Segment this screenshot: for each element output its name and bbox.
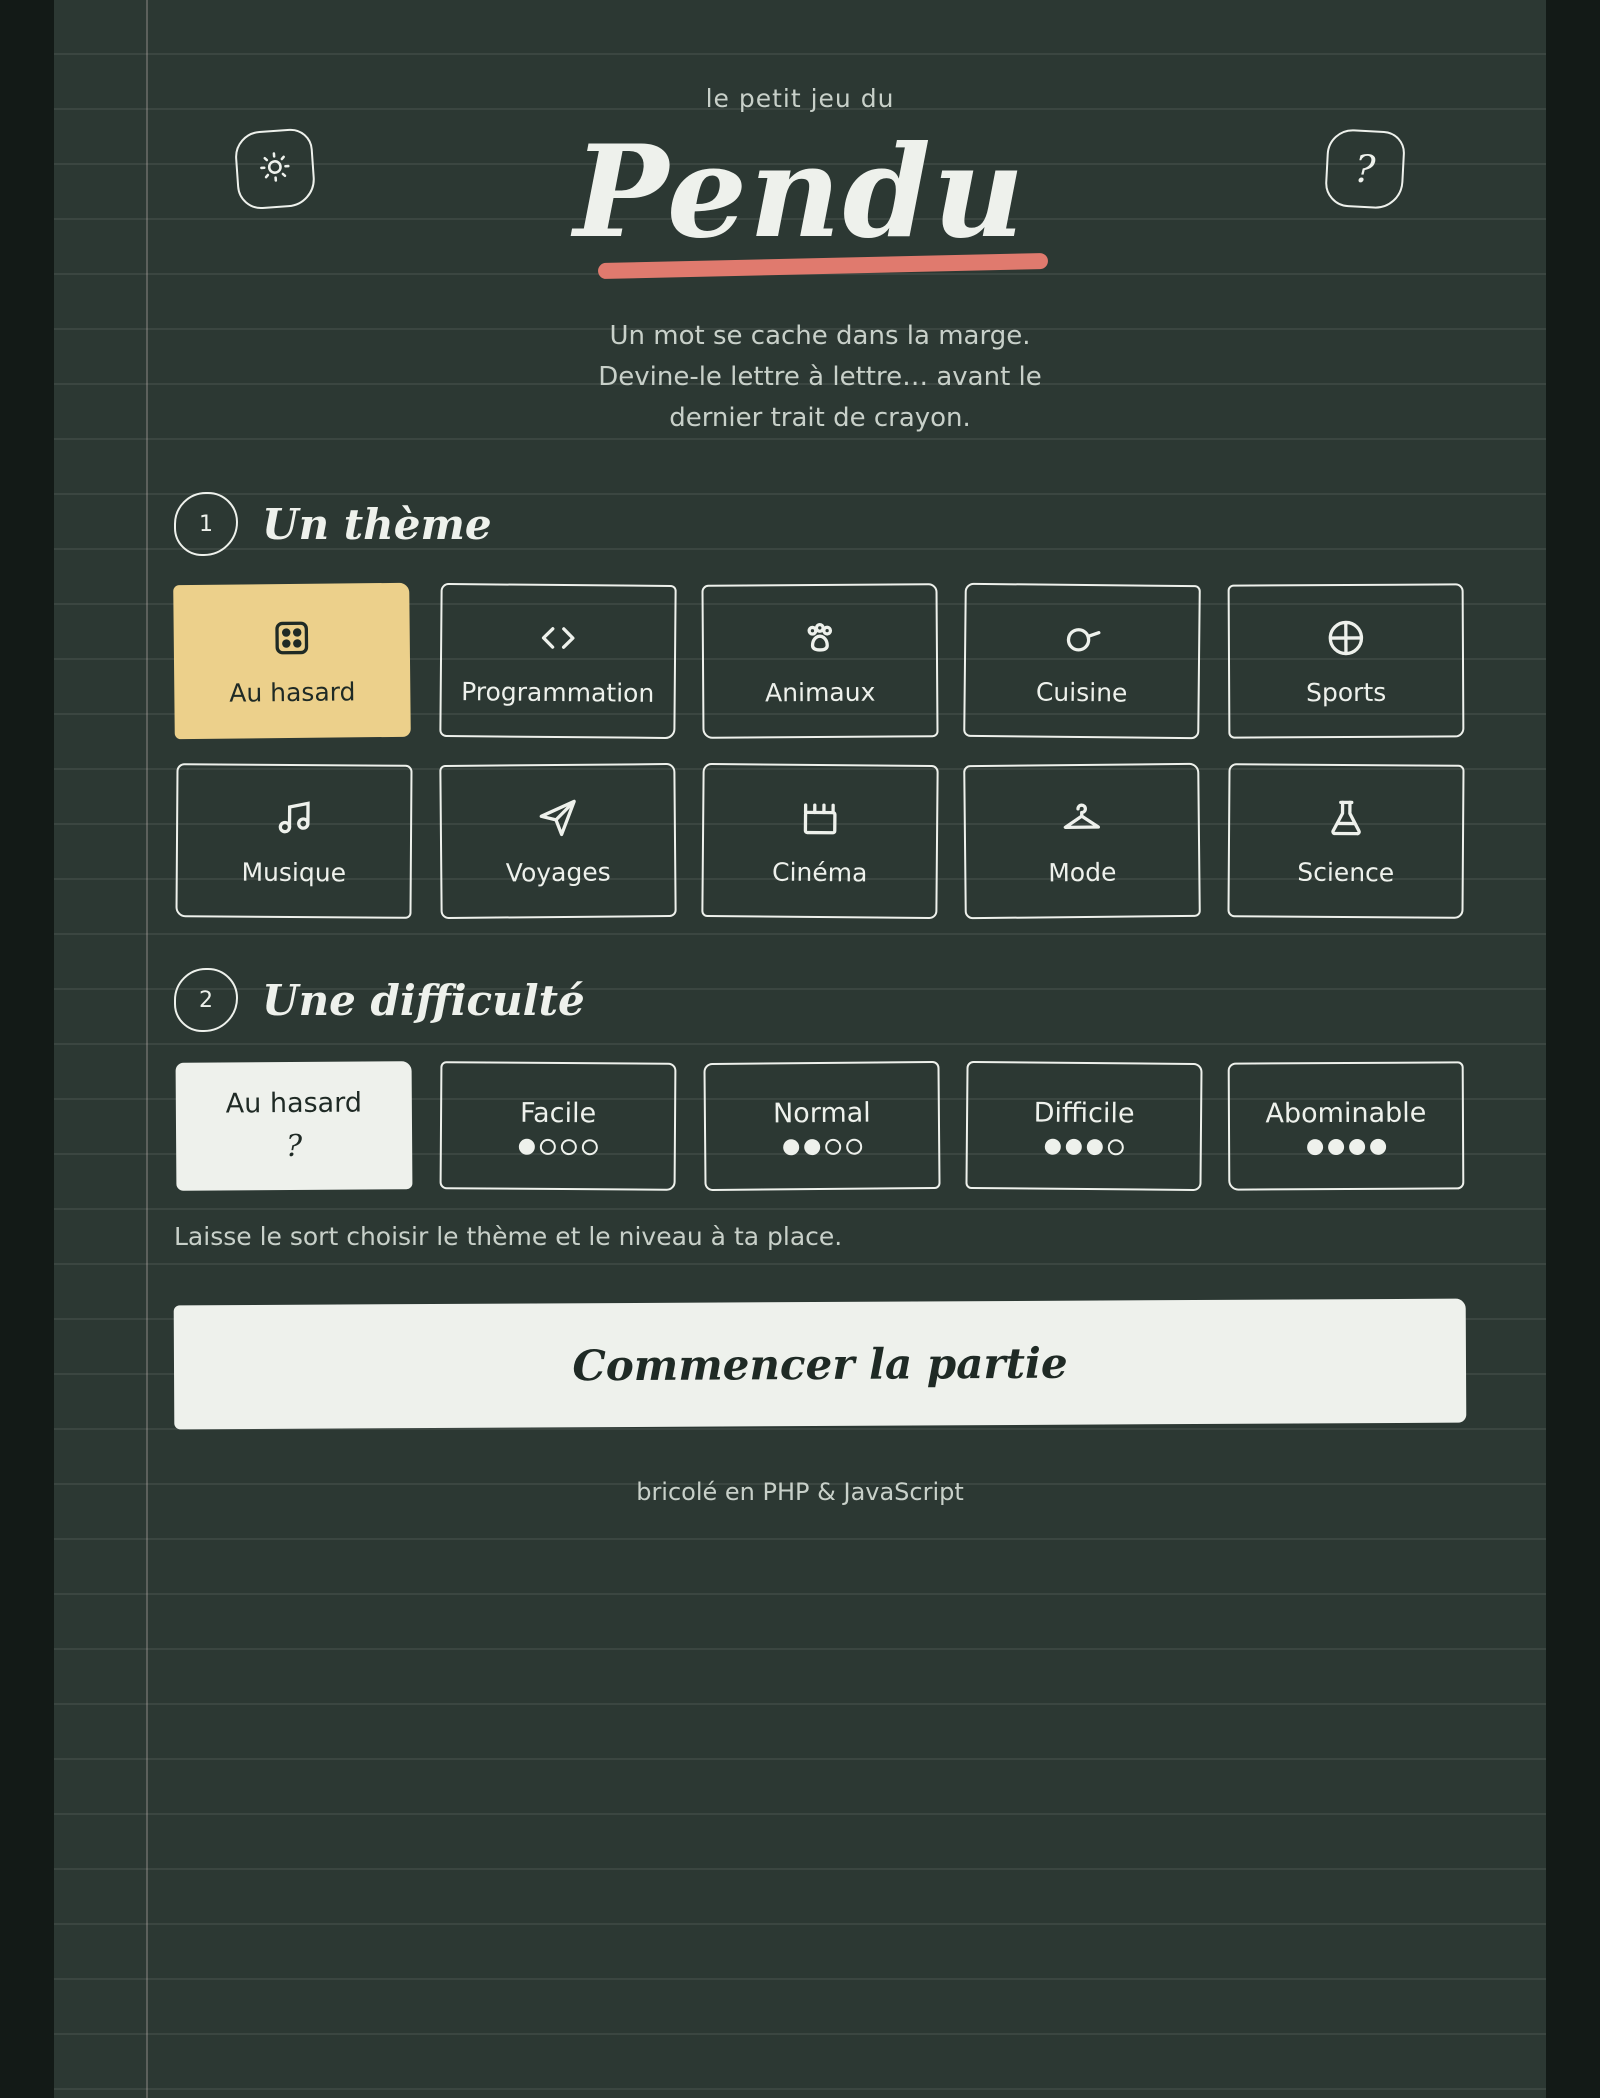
theme-label: Musique xyxy=(241,857,347,887)
theme-section-title: Un thème xyxy=(262,499,492,549)
difficulty-option-normal[interactable]: Normal xyxy=(703,1060,941,1192)
ball-icon xyxy=(1324,615,1368,659)
theme-option-sports[interactable]: Sports xyxy=(1227,583,1465,739)
dice-icon xyxy=(270,615,314,659)
difficulty-level-dots xyxy=(1044,1138,1124,1155)
difficulty-option-facile[interactable]: Facile xyxy=(439,1061,677,1191)
footer-credit: bricolé en PHP & JavaScript xyxy=(636,1478,964,1506)
difficulty-label: Abominable xyxy=(1265,1097,1427,1129)
difficulty-option-difficile[interactable]: Difficile xyxy=(965,1060,1203,1192)
theme-label: Programmation xyxy=(461,676,655,708)
level-dot-filled xyxy=(1065,1138,1082,1155)
difficulty-label: Normal xyxy=(772,1097,871,1129)
notebook-page xyxy=(54,0,1546,2098)
difficulty-level-dots xyxy=(518,1138,598,1155)
hanger-icon xyxy=(1060,795,1104,839)
tagline: Un mot se cache dans la marge. Devine-le… xyxy=(598,321,1042,433)
difficulty-section-header: 2 Une difficulté xyxy=(174,968,585,1032)
pan-icon xyxy=(1060,615,1104,659)
step-number-2: 2 xyxy=(174,968,238,1032)
difficulty-level-dots xyxy=(1306,1138,1386,1155)
difficulty-label: Difficile xyxy=(1033,1097,1135,1129)
theme-option-cuisine[interactable]: Cuisine xyxy=(963,582,1201,740)
level-dot-filled xyxy=(803,1138,820,1155)
theme-option-musique[interactable]: Musique xyxy=(175,763,413,919)
difficulty-label: Facile xyxy=(519,1097,597,1129)
level-dot-empty xyxy=(581,1138,598,1155)
level-dot-filled xyxy=(1327,1138,1344,1155)
level-dot-filled xyxy=(518,1138,535,1155)
level-dot-filled xyxy=(1086,1138,1103,1155)
level-dot-filled xyxy=(782,1138,799,1155)
difficulty-section-title: Une difficulté xyxy=(262,975,585,1025)
code-icon xyxy=(536,615,580,659)
random-symbol: ? xyxy=(285,1128,303,1165)
theme-label: Voyages xyxy=(505,857,611,887)
theme-option-mode[interactable]: Mode xyxy=(963,762,1201,920)
theme-label: Au hasard xyxy=(229,676,356,708)
theme-option-cinema[interactable]: Cinéma xyxy=(701,762,939,920)
paper-plane-icon xyxy=(536,795,580,839)
theme-section-header: 1 Un thème xyxy=(174,492,492,556)
clapperboard-icon xyxy=(798,795,842,839)
page-title: Pendu xyxy=(573,118,1027,266)
difficulty-label: Au hasard xyxy=(225,1087,363,1120)
theme-label: Sports xyxy=(1306,677,1387,707)
level-dot-empty xyxy=(845,1138,862,1155)
music-icon xyxy=(272,795,316,839)
start-game-button[interactable]: Commencer la partie xyxy=(173,1298,1467,1430)
eyebrow-text: le petit jeu du xyxy=(705,84,895,113)
level-dot-filled xyxy=(1369,1138,1386,1155)
level-dot-empty xyxy=(824,1138,841,1155)
level-dot-empty xyxy=(539,1138,556,1155)
theme-label: Mode xyxy=(1048,857,1117,887)
difficulty-option-abominable[interactable]: Abominable xyxy=(1227,1061,1465,1191)
paw-icon xyxy=(798,615,842,659)
difficulty-option-au-hasard[interactable]: Au hasard ? xyxy=(175,1061,413,1191)
theme-option-au-hasard[interactable]: Au hasard xyxy=(173,582,411,740)
theme-option-programmation[interactable]: Programmation xyxy=(439,582,677,740)
theme-option-animaux[interactable]: Animaux xyxy=(701,583,939,739)
level-dot-filled xyxy=(1044,1138,1061,1155)
step-number-1: 1 xyxy=(174,492,238,556)
margin-line xyxy=(146,0,148,2098)
theme-label: Science xyxy=(1297,857,1395,887)
level-dot-empty xyxy=(560,1138,577,1155)
theme-option-voyages[interactable]: Voyages xyxy=(439,762,677,920)
flask-icon xyxy=(1324,795,1368,839)
theme-label: Cinéma xyxy=(771,857,868,887)
random-hint-text: Laisse le sort choisir le thème et le ni… xyxy=(174,1222,843,1251)
theme-label: Animaux xyxy=(765,677,876,707)
level-dot-empty xyxy=(1107,1138,1124,1155)
difficulty-level-dots xyxy=(782,1138,862,1155)
theme-label: Cuisine xyxy=(1035,677,1128,707)
level-dot-filled xyxy=(1348,1138,1365,1155)
theme-option-science[interactable]: Science xyxy=(1227,763,1465,919)
level-dot-filled xyxy=(1306,1138,1323,1155)
